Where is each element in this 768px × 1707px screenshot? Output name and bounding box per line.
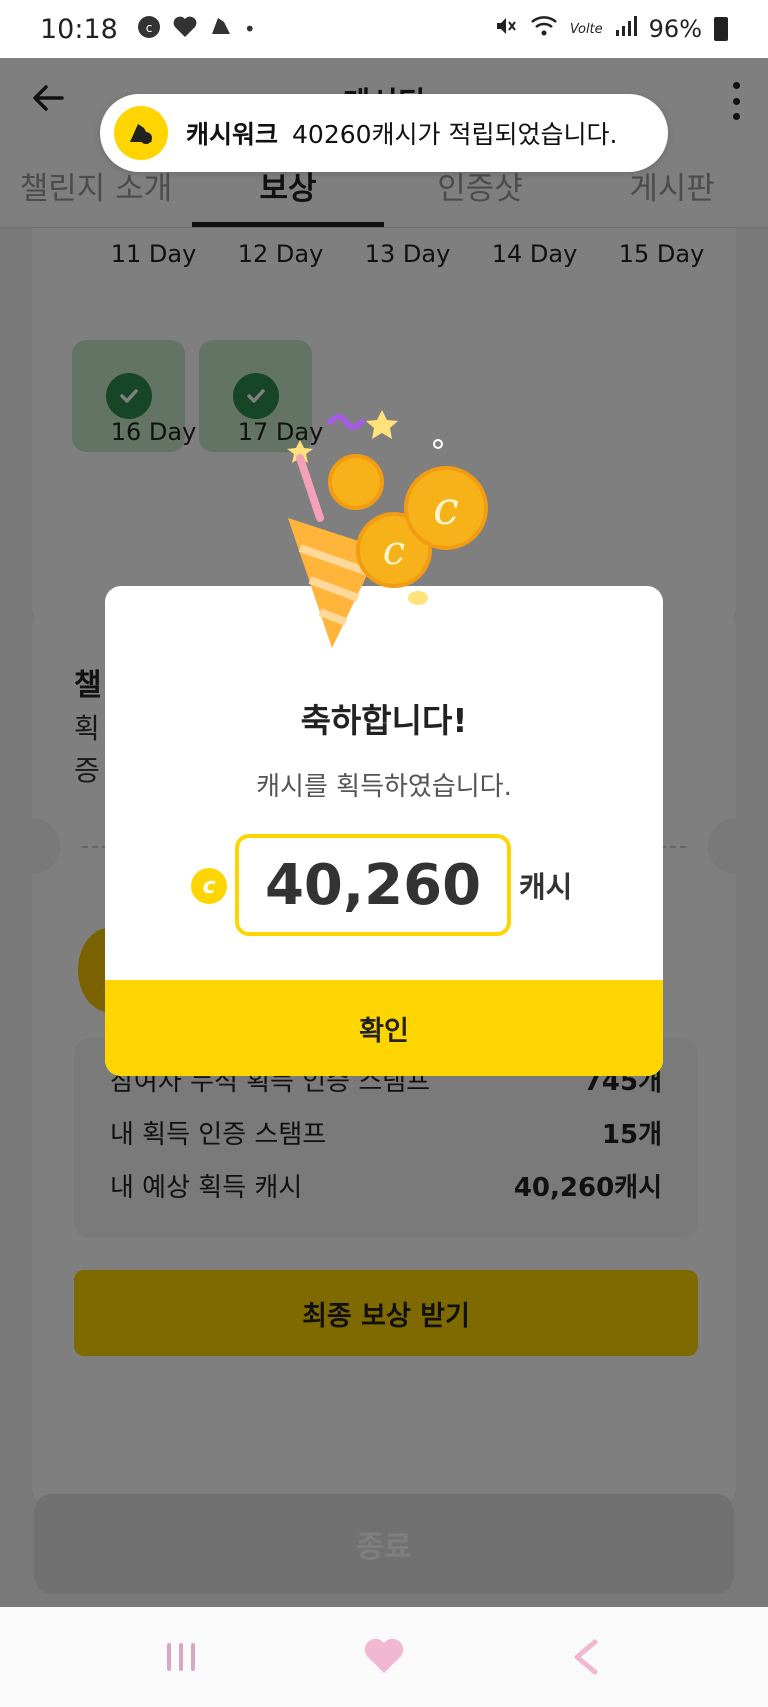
reward-amount-row: c 40,260 캐시 — [105, 834, 663, 936]
party-popper-illustration: c c — [270, 408, 510, 660]
battery-percent: 96% — [648, 15, 702, 43]
confirm-button[interactable]: 확인 — [105, 980, 663, 1076]
battery-icon — [714, 17, 728, 41]
status-time: 10:18 — [40, 13, 118, 45]
heart-icon — [172, 15, 198, 44]
svg-text:c: c — [383, 528, 405, 574]
signal-icon — [615, 15, 637, 43]
toast-app-name: 캐시워크 — [186, 120, 279, 149]
home-heart-icon[interactable] — [354, 1627, 414, 1687]
shoe-icon — [208, 14, 234, 45]
volte-label: Volte — [569, 21, 603, 37]
notification-toast[interactable]: 캐시워크 40260캐시가 적립되었습니다. — [100, 94, 668, 172]
modal-subtitle: 캐시를 획득하였습니다. — [256, 772, 512, 802]
cashwalk-logo-icon — [114, 106, 168, 160]
svg-text:c: c — [433, 481, 459, 535]
status-app-icons: c • — [136, 14, 256, 45]
toast-message: 40260캐시가 적립되었습니다. — [292, 120, 618, 149]
system-nav-bar — [0, 1607, 768, 1707]
modal-title: 축하합니다! — [300, 701, 468, 740]
svg-text:c: c — [146, 21, 153, 35]
recent-apps-icon[interactable] — [151, 1627, 211, 1687]
status-right: Volte 96% — [494, 14, 728, 44]
wifi-icon — [530, 14, 558, 44]
mute-icon — [494, 14, 518, 44]
cash-coin-icon: c — [191, 868, 227, 904]
notification-dot: • — [243, 17, 256, 41]
back-icon[interactable] — [557, 1627, 617, 1687]
reward-unit: 캐시 — [519, 870, 573, 904]
cashwalk-icon: c — [136, 14, 162, 45]
reward-amount: 40,260 — [235, 834, 511, 936]
status-bar: 10:18 c • Volte 96% — [0, 0, 768, 58]
